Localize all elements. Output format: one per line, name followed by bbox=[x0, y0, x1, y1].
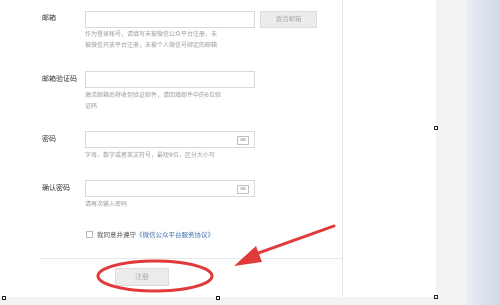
annotation-overlay bbox=[96, 224, 336, 293]
resize-handle[interactable] bbox=[434, 295, 438, 299]
highlight-ellipse bbox=[96, 259, 214, 293]
resize-handle[interactable] bbox=[2, 296, 6, 300]
resize-handle[interactable] bbox=[434, 126, 438, 130]
arrow-head bbox=[234, 246, 262, 266]
arrow-shaft bbox=[248, 224, 336, 258]
resize-handle[interactable] bbox=[216, 296, 220, 300]
